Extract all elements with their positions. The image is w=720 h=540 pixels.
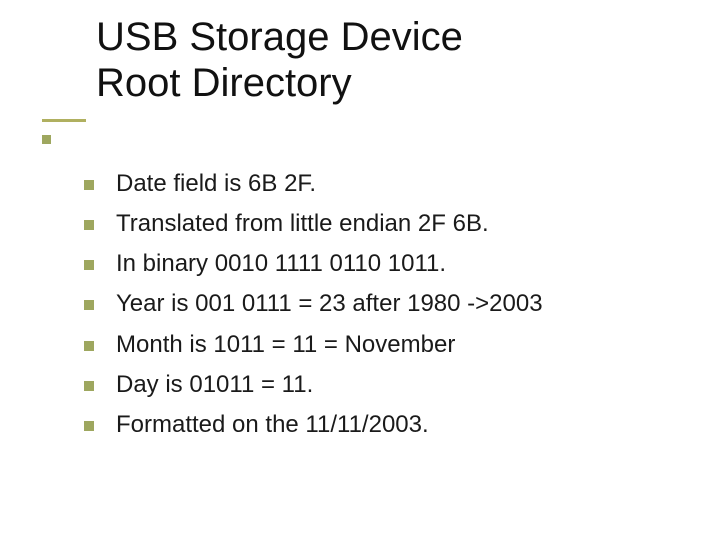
list-item: In binary 0010 1111 0110 1011. xyxy=(84,248,684,280)
square-bullet-icon xyxy=(84,381,94,391)
list-item: Date field is 6B 2F. xyxy=(84,168,684,200)
slide-title: USB Storage Device Root Directory xyxy=(96,14,463,106)
bullet-list: Date field is 6B 2F. Translated from lit… xyxy=(84,168,684,449)
title-line-1: USB Storage Device xyxy=(96,15,463,59)
slide: USB Storage Device Root Directory Date f… xyxy=(0,0,720,540)
accent-square xyxy=(42,135,51,144)
list-item: Year is 001 0111 = 23 after 1980 ->2003 xyxy=(84,288,684,320)
bullet-text: Year is 001 0111 = 23 after 1980 ->2003 xyxy=(116,288,543,320)
list-item: Month is 1011 = 11 = November xyxy=(84,329,684,361)
square-bullet-icon xyxy=(84,260,94,270)
accent-line xyxy=(42,119,86,122)
list-item: Day is 01011 = 11. xyxy=(84,369,684,401)
bullet-text: Translated from little endian 2F 6B. xyxy=(116,208,489,240)
bullet-text: Day is 01011 = 11. xyxy=(116,369,313,401)
square-bullet-icon xyxy=(84,180,94,190)
square-bullet-icon xyxy=(84,220,94,230)
square-bullet-icon xyxy=(84,341,94,351)
bullet-text: In binary 0010 1111 0110 1011. xyxy=(116,248,446,280)
title-line-2: Root Directory xyxy=(96,61,352,105)
square-bullet-icon xyxy=(84,421,94,431)
bullet-text: Date field is 6B 2F. xyxy=(116,168,316,200)
list-item: Translated from little endian 2F 6B. xyxy=(84,208,684,240)
bullet-text: Formatted on the 11/11/2003. xyxy=(116,409,429,441)
bullet-text: Month is 1011 = 11 = November xyxy=(116,329,455,361)
square-bullet-icon xyxy=(84,300,94,310)
list-item: Formatted on the 11/11/2003. xyxy=(84,409,684,441)
